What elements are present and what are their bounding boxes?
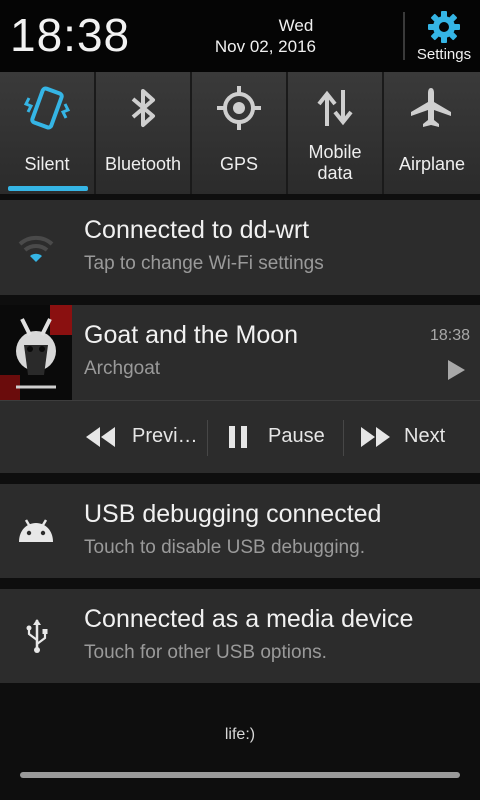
- wifi-icon: [18, 235, 54, 262]
- media-time: 18:38: [429, 327, 470, 344]
- pause-label: Pause: [268, 425, 325, 447]
- usb-media-title: Connected as a media device: [84, 605, 414, 633]
- rewind-icon: [86, 427, 115, 447]
- pause-icon: [229, 426, 247, 448]
- usb-debugging-notification[interactable]: USB debugging connected Touch to disable…: [0, 484, 480, 578]
- album-art: [0, 305, 72, 400]
- usb-debugging-subtitle: Touch to disable USB debugging.: [84, 537, 365, 558]
- usb-icon: [26, 619, 48, 653]
- media-artist: Archgoat: [84, 358, 161, 379]
- toggle-bluetooth-label: Bluetooth: [104, 154, 182, 174]
- settings-label: Settings: [416, 46, 472, 63]
- toggle-airplane[interactable]: Airplane: [384, 72, 480, 194]
- pause-button[interactable]: Pause: [208, 401, 343, 473]
- next-label: Next: [404, 425, 446, 447]
- media-title: Goat and the Moon: [84, 321, 299, 349]
- mobile-data-icon: [317, 90, 353, 126]
- toggle-bluetooth[interactable]: Bluetooth: [96, 72, 190, 194]
- gps-icon: [217, 86, 261, 130]
- prev-button[interactable]: Previ…: [72, 401, 207, 473]
- wifi-title: Connected to dd-wrt: [84, 216, 310, 244]
- carrier-label: life:): [224, 726, 256, 743]
- clock: 18:38: [10, 9, 131, 61]
- gear-icon: [428, 11, 460, 43]
- bluetooth-icon: [131, 89, 155, 127]
- media-notification[interactable]: Goat and the Moon Archgoat 18:38 Previ… …: [0, 305, 480, 473]
- android-icon: [19, 519, 53, 542]
- toggle-gps[interactable]: GPS: [192, 72, 286, 194]
- fast-forward-icon: [361, 427, 390, 447]
- toggle-gps-label: GPS: [219, 154, 258, 174]
- toggle-airplane-label: Airplane: [398, 154, 466, 174]
- toggle-mobile-data-label-2: data: [317, 163, 353, 183]
- toggle-silent-label: Silent: [24, 154, 70, 174]
- toggle-mobile-data-label-1: Mobile: [308, 142, 362, 162]
- usb-media-notification[interactable]: Connected as a media device Touch for ot…: [0, 589, 480, 683]
- vibrate-phone-icon: [23, 86, 71, 130]
- next-button[interactable]: Next: [344, 401, 480, 473]
- day-label: Wed: [278, 16, 314, 35]
- toggle-mobile-data[interactable]: Mobile data: [288, 72, 382, 194]
- wifi-subtitle: Tap to change Wi-Fi settings: [84, 253, 324, 274]
- usb-media-subtitle: Touch for other USB options.: [84, 642, 327, 663]
- toggle-silent[interactable]: Silent: [0, 72, 94, 194]
- silent-active-indicator: [8, 186, 88, 191]
- play-icon[interactable]: [446, 359, 466, 381]
- drag-handle[interactable]: [20, 772, 460, 778]
- prev-label: Previ…: [132, 425, 198, 447]
- wifi-notification[interactable]: Connected to dd-wrt Tap to change Wi-Fi …: [0, 200, 480, 295]
- header-divider: [403, 12, 405, 60]
- date-label: Nov 02, 2016: [214, 37, 316, 56]
- usb-debugging-title: USB debugging connected: [84, 500, 382, 528]
- airplane-icon: [411, 88, 451, 127]
